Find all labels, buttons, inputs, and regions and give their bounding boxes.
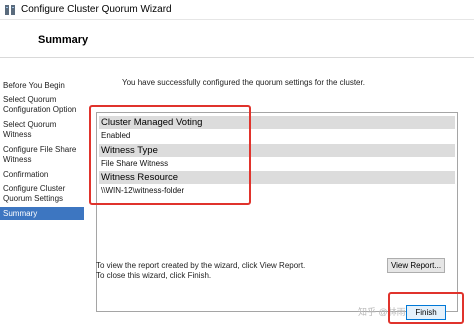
nav-step-select-quorum-witness: Select Quorum Witness [0, 120, 84, 140]
wizard-window: Configure Cluster Quorum Wizard Summary … [0, 0, 474, 329]
nav-step-summary: Summary [0, 207, 84, 220]
nav-step-label: Witness [3, 155, 32, 164]
report-highlight-annotation [89, 105, 251, 205]
nav-step-confirmation: Confirmation [0, 170, 84, 180]
page-title: Summary [38, 34, 89, 46]
nav-step-label: Witness [3, 130, 32, 139]
nav-step-label: Configure Cluster [3, 184, 66, 193]
nav-step-label: Summary [3, 209, 38, 218]
nav-step-label: Quorum Settings [3, 194, 64, 203]
nav-step-label: Select Quorum [3, 95, 57, 104]
cluster-app-icon [5, 5, 15, 15]
nav-step-label: Confirmation [3, 170, 49, 179]
nav-step-label: Configuration Option [3, 105, 77, 114]
title-bar: Configure Cluster Quorum Wizard [0, 0, 474, 20]
nav-step-before-you-begin: Before You Begin [0, 81, 84, 91]
nav-step-label: Before You Begin [3, 81, 65, 90]
nav-step-select-quorum-configuration: Select Quorum Configuration Option [0, 95, 84, 115]
wizard-header: Summary [0, 20, 474, 58]
nav-step-configure-file-share-witness: Configure File Share Witness [0, 145, 84, 165]
close-hint: To close this wizard, click Finish. [96, 271, 212, 280]
success-message: You have successfully configured the quo… [122, 78, 365, 87]
nav-step-label: Select Quorum [3, 120, 57, 129]
finish-highlight-annotation [388, 292, 464, 324]
nav-step-label: Configure File Share [3, 145, 77, 154]
window-title: Configure Cluster Quorum Wizard [21, 4, 172, 15]
view-report-hint: To view the report created by the wizard… [96, 261, 306, 270]
view-report-button[interactable]: View Report... [387, 258, 445, 273]
nav-step-configure-cluster-quorum-settings: Configure Cluster Quorum Settings [0, 184, 84, 204]
